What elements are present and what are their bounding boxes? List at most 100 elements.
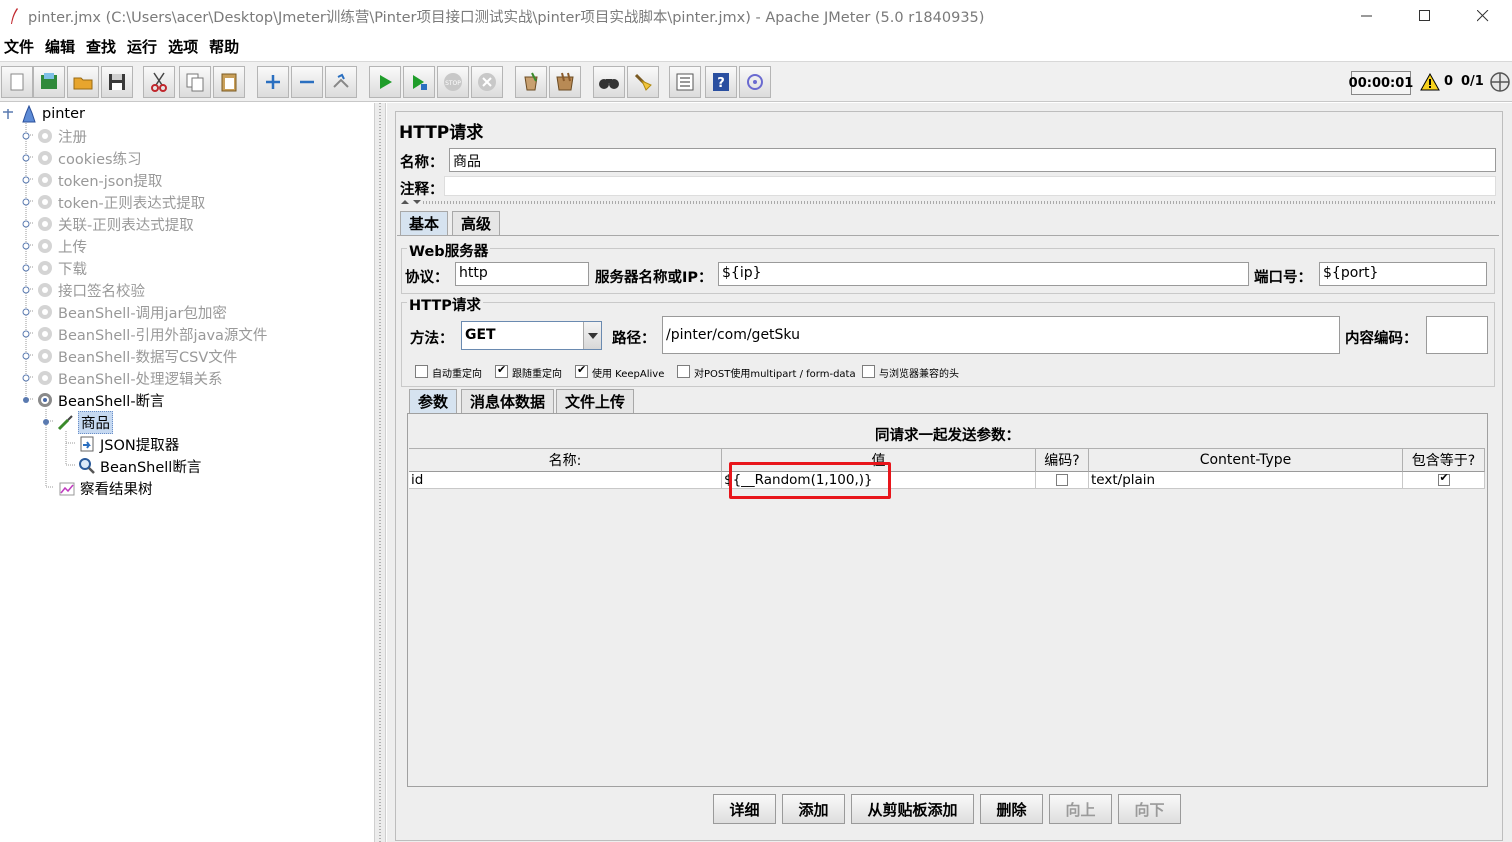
multipart-checkbox[interactable] — [677, 365, 690, 378]
column-header-encode[interactable]: 编码? — [1036, 448, 1089, 472]
content-encoding-field[interactable] — [1426, 316, 1488, 354]
cell-name[interactable]: id — [409, 472, 722, 489]
open-button[interactable] — [67, 66, 99, 98]
search-button[interactable] — [593, 66, 625, 98]
expand-handle-icon[interactable] — [22, 264, 30, 272]
templates-button[interactable] — [33, 66, 65, 98]
save-button[interactable] — [101, 66, 133, 98]
add-from-clipboard-button[interactable]: 从剪贴板添加 — [851, 794, 974, 824]
server-field[interactable]: ${ip} — [718, 262, 1249, 286]
tree-node[interactable]: BeanShell-断言 — [22, 389, 165, 411]
protocol-field[interactable]: http — [455, 262, 589, 286]
collapse-handle-icon[interactable] — [2, 108, 14, 120]
tree-node[interactable]: 关联-正则表达式提取 — [22, 213, 194, 235]
collapse-handle-icon[interactable] — [22, 396, 30, 404]
tree-node[interactable]: BeanShell-数据写CSV文件 — [22, 345, 237, 367]
toggle-button[interactable] — [325, 66, 357, 98]
comment-field[interactable] — [444, 176, 1496, 196]
port-field[interactable]: ${port} — [1319, 262, 1487, 286]
tree-node[interactable]: JSON提取器 — [78, 433, 179, 455]
menu-search[interactable]: 查找 — [82, 36, 120, 57]
start-no-pauses-button[interactable] — [403, 66, 435, 98]
move-up-button[interactable]: 向上 — [1049, 794, 1112, 824]
collapse-handle-icon[interactable] — [42, 418, 50, 426]
help-button[interactable]: ? — [705, 66, 737, 98]
expand-all-button[interactable] — [257, 66, 289, 98]
menu-help[interactable]: 帮助 — [205, 36, 243, 57]
expand-handle-icon[interactable] — [22, 330, 30, 338]
maximize-button[interactable] — [1396, 0, 1454, 32]
expand-handle-icon[interactable] — [22, 242, 30, 250]
split-pane-divider[interactable] — [374, 103, 386, 842]
method-dropdown-button[interactable] — [583, 322, 601, 349]
reset-search-button[interactable] — [627, 66, 659, 98]
column-header-name[interactable]: 名称: — [409, 448, 722, 472]
tab-parameters[interactable]: 参数 — [409, 389, 458, 413]
cell-encode[interactable] — [1036, 472, 1089, 489]
name-field[interactable]: 商品 — [449, 148, 1496, 172]
minimize-button[interactable] — [1338, 0, 1396, 32]
detail-button[interactable]: 详细 — [713, 794, 776, 824]
tree-node[interactable]: cookies练习 — [22, 147, 142, 169]
expand-handle-icon[interactable] — [22, 352, 30, 360]
close-button[interactable] — [1454, 0, 1512, 32]
add-button[interactable]: 添加 — [782, 794, 845, 824]
tree-node[interactable]: 接口签名校验 — [22, 279, 145, 301]
delete-button[interactable]: 删除 — [980, 794, 1043, 824]
expand-handle-icon[interactable] — [22, 198, 30, 206]
paste-button[interactable] — [213, 66, 245, 98]
tree-node[interactable]: BeanShell-调用jar包加密 — [22, 301, 227, 323]
keepalive-checkbox[interactable] — [575, 363, 588, 378]
copy-button[interactable] — [179, 66, 211, 98]
expand-handle-icon[interactable] — [22, 154, 30, 162]
shutdown-button[interactable] — [471, 66, 503, 98]
remote-button[interactable] — [739, 66, 771, 98]
expand-handle-icon[interactable] — [22, 308, 30, 316]
tree-node-selected[interactable]: 商品 — [42, 410, 113, 434]
menu-file[interactable]: 文件 — [0, 36, 38, 57]
tab-files-upload[interactable]: 文件上传 — [556, 389, 635, 413]
tree-node[interactable]: 上传 — [22, 235, 87, 257]
collapse-all-button[interactable] — [291, 66, 323, 98]
collapse-arrows-icon[interactable] — [399, 198, 423, 206]
expand-handle-icon[interactable] — [22, 176, 30, 184]
new-button[interactable] — [1, 66, 33, 98]
warning-icon[interactable] — [1420, 72, 1440, 92]
include-equals-checkbox[interactable]: ✔ — [1437, 472, 1450, 486]
cell-include-equals[interactable]: ✔ — [1403, 472, 1485, 489]
encode-checkbox[interactable] — [1056, 474, 1068, 486]
move-down-button[interactable]: 向下 — [1118, 794, 1181, 824]
tree-node[interactable]: 下载 — [22, 257, 87, 279]
tree-node[interactable]: token-正则表达式提取 — [22, 191, 205, 213]
column-header-include-equals[interactable]: 包含等于? — [1403, 448, 1485, 472]
tree-node[interactable]: 注册 — [22, 125, 87, 147]
expand-handle-icon[interactable] — [22, 220, 30, 228]
start-button[interactable] — [369, 66, 401, 98]
tree-node[interactable]: BeanShell断言 — [78, 455, 201, 477]
tree-root-node[interactable]: pinter — [2, 103, 85, 125]
column-header-content-type[interactable]: Content-Type — [1089, 448, 1403, 472]
function-helper-button[interactable] — [669, 66, 701, 98]
clear-button[interactable] — [515, 66, 547, 98]
cut-button[interactable] — [143, 66, 175, 98]
tree-node[interactable]: BeanShell-引用外部java源文件 — [22, 323, 267, 345]
tree-node[interactable]: BeanShell-处理逻辑关系 — [22, 367, 223, 389]
expand-handle-icon[interactable] — [22, 286, 30, 294]
menu-options[interactable]: 选项 — [164, 36, 202, 57]
method-select[interactable]: GET — [461, 321, 602, 350]
browser-headers-checkbox[interactable] — [862, 365, 875, 378]
follow-redirect-checkbox[interactable] — [495, 363, 508, 378]
menu-edit[interactable]: 编辑 — [41, 36, 79, 57]
path-field[interactable]: /pinter/com/getSku — [662, 316, 1340, 354]
clear-all-button[interactable] — [549, 66, 581, 98]
tab-basic[interactable]: 基本 — [400, 211, 449, 235]
tree-node[interactable]: token-json提取 — [22, 169, 162, 191]
tab-body-data[interactable]: 消息体数据 — [461, 389, 555, 413]
expand-handle-icon[interactable] — [22, 132, 30, 140]
auto-redirect-checkbox[interactable] — [415, 365, 428, 378]
tab-advanced[interactable]: 高级 — [452, 211, 501, 235]
menu-run[interactable]: 运行 — [123, 36, 161, 57]
expand-handle-icon[interactable] — [22, 374, 30, 382]
tree-node[interactable]: 察看结果树 — [58, 477, 153, 499]
table-row[interactable]: id ${__Random(1,100,)} text/plain ✔ — [409, 472, 1485, 489]
